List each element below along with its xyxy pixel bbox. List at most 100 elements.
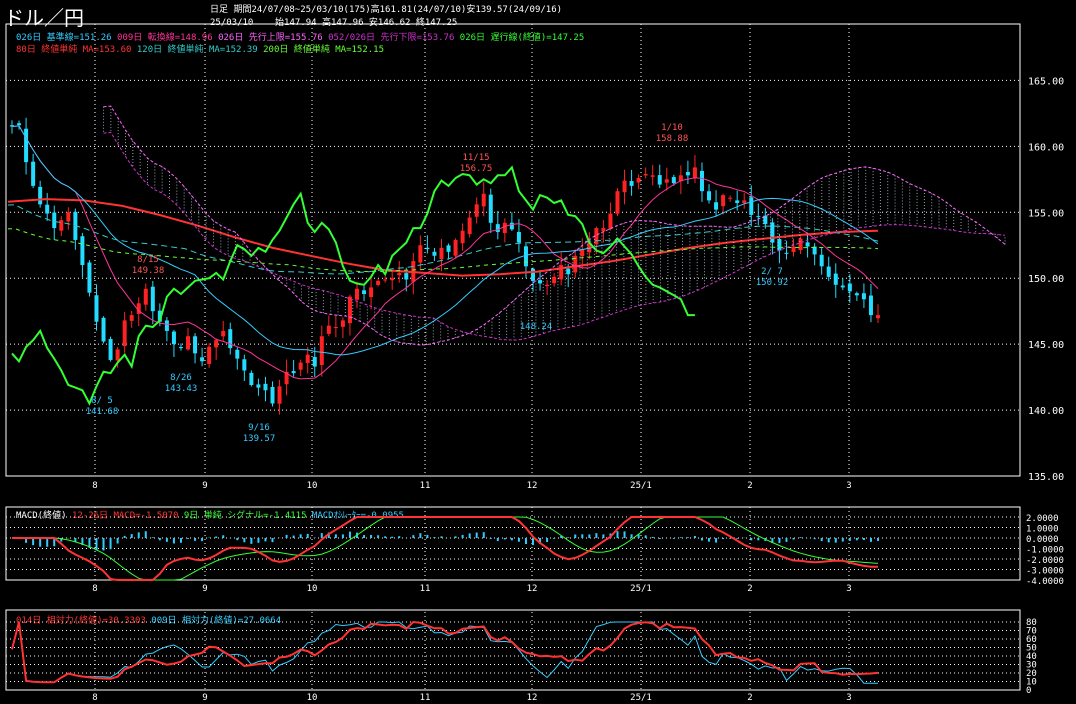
x-tick-main: 12 <box>527 481 538 491</box>
candle-body <box>347 296 352 324</box>
candle-body <box>221 330 226 337</box>
candle-body <box>270 386 275 404</box>
candle-body <box>45 204 50 214</box>
candle-body <box>861 293 866 300</box>
candle-body <box>312 356 317 367</box>
candle-body <box>256 384 261 388</box>
x-tick-rsi: 11 <box>420 693 431 703</box>
y-tick-main: 165.00 <box>1028 76 1064 87</box>
candle-body <box>629 181 634 186</box>
candle-body <box>474 204 479 217</box>
y-tick-macd: 0.0000 <box>1026 535 1059 545</box>
main-frame <box>5 23 1021 477</box>
candle-body <box>80 236 85 265</box>
candle-body <box>538 280 543 284</box>
candle-body <box>481 193 486 207</box>
x-tick-main: 11 <box>420 481 431 491</box>
candle-body <box>326 325 331 334</box>
candle-body <box>833 273 838 285</box>
y-tick-macd: -3.0000 <box>1026 567 1064 577</box>
annotation-value: 148.24 <box>520 322 553 332</box>
candle-body <box>671 177 676 184</box>
candle-body <box>390 278 395 281</box>
candle-body <box>784 252 789 254</box>
candle-body <box>714 202 719 210</box>
candle-body <box>59 220 64 231</box>
annotation-date: 2/ 7 <box>761 267 783 277</box>
candle-body <box>566 268 571 275</box>
candle-body <box>742 200 747 204</box>
macd-signal-line <box>12 516 879 581</box>
candle-body <box>87 262 92 293</box>
y-tick-main: 145.00 <box>1028 340 1064 351</box>
candle-body <box>495 224 500 233</box>
candle-body <box>460 230 465 244</box>
candle-body <box>707 191 712 201</box>
candle-body <box>277 386 282 404</box>
x-tick-macd: 9 <box>202 584 207 594</box>
candle-body <box>108 338 113 360</box>
candle-body <box>129 315 134 321</box>
candle-body <box>692 167 697 179</box>
annotation-date: 8/26 <box>170 373 192 383</box>
x-tick-rsi: 9 <box>202 693 207 703</box>
candle-body <box>200 357 205 362</box>
y-tick-main: 160.00 <box>1028 142 1064 153</box>
candle-body <box>615 191 620 214</box>
candle-body <box>319 336 324 366</box>
candle-body <box>425 247 430 250</box>
candle-body <box>699 170 704 192</box>
candle-body <box>52 212 57 229</box>
candle-body <box>643 174 648 176</box>
candle-body <box>305 354 310 363</box>
candle-body <box>770 222 775 243</box>
candle-body <box>432 251 437 256</box>
candle-body <box>362 290 367 295</box>
candle-body <box>580 249 585 257</box>
annotation-date: 9/16 <box>248 423 270 433</box>
candle-body <box>805 242 810 247</box>
candle-body <box>876 315 880 319</box>
y-tick-macd: -1.0000 <box>1026 546 1064 556</box>
macd-line <box>12 516 878 581</box>
annotation-value: 150.92 <box>756 278 789 288</box>
annotation-date: 8/15 <box>137 255 159 265</box>
candle-body <box>31 161 36 186</box>
candle-body <box>214 340 219 348</box>
candle-body <box>242 359 247 371</box>
x-tick-main: 3 <box>846 481 851 491</box>
candle-body <box>636 177 641 183</box>
candle-body <box>94 295 99 322</box>
x-tick-main: 10 <box>307 481 318 491</box>
candle-body <box>249 372 254 386</box>
candle-body <box>749 197 754 215</box>
x-tick-main: 9 <box>202 481 207 491</box>
y-tick-main: 155.00 <box>1028 208 1064 219</box>
candle-body <box>650 175 655 177</box>
candle-body <box>24 128 29 163</box>
annotation-value: 143.43 <box>165 384 198 394</box>
annotation-value: 158.88 <box>656 134 689 144</box>
candle-body <box>263 383 268 391</box>
x-tick-rsi: 12 <box>527 693 538 703</box>
candle-body <box>601 228 606 232</box>
candle-body <box>207 346 212 364</box>
candle-body <box>383 279 388 281</box>
x-tick-rsi: 2 <box>747 693 752 703</box>
annotation-date: 1/10 <box>661 123 683 133</box>
candle-body <box>721 195 726 207</box>
annotation-value: 141.68 <box>86 407 119 417</box>
candle-body <box>333 326 338 328</box>
candle-body <box>101 317 106 342</box>
candle-body <box>791 246 796 253</box>
x-tick-rsi: 10 <box>307 693 318 703</box>
candle-body <box>488 194 493 223</box>
candle-body <box>516 231 521 243</box>
x-tick-rsi: 25/1 <box>630 693 652 703</box>
y-tick-macd: 2.0000 <box>1026 514 1059 524</box>
x-tick-macd: 8 <box>92 584 97 594</box>
candle-body <box>685 171 690 176</box>
y-tick-rsi: 0 <box>1026 686 1031 696</box>
candle-body <box>735 200 740 204</box>
candle-body <box>608 213 613 230</box>
